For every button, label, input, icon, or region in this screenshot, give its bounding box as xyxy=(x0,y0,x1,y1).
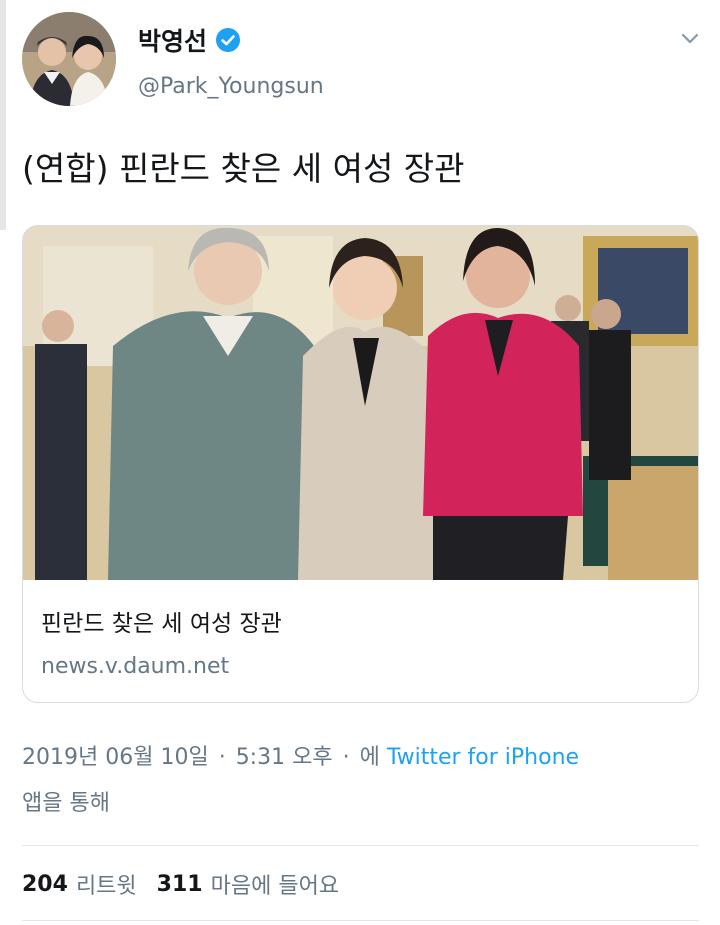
divider xyxy=(22,845,699,846)
verified-badge-icon xyxy=(216,28,241,52)
tweet-header: 박영선 @Park_Youngsun xyxy=(22,12,702,108)
user-handle[interactable]: @Park_Youngsun xyxy=(138,74,324,99)
avatar[interactable] xyxy=(22,12,116,106)
separator-dot: · xyxy=(218,745,226,770)
card-photo xyxy=(23,226,698,580)
likes-label[interactable]: 마음에 들어요 xyxy=(211,868,339,900)
card-domain[interactable]: news.v.daum.net xyxy=(41,654,229,679)
engagement-stats: 204 리트윗 311 마음에 들어요 xyxy=(22,868,339,900)
divider xyxy=(22,920,699,921)
separator-dot: · xyxy=(342,745,350,770)
display-name[interactable]: 박영선 xyxy=(138,22,207,58)
tweet-date: 2019년 06월 10일 xyxy=(22,745,209,770)
tweet-text: (연합) 핀란드 찾은 세 여성 장관 xyxy=(22,149,465,188)
tweet-time: 5:31 오후 xyxy=(235,745,333,770)
avatar-photo xyxy=(22,12,116,106)
source-link[interactable]: Twitter for iPhone xyxy=(387,745,579,770)
link-card[interactable]: 핀란드 찾은 세 여성 장관 news.v.daum.net xyxy=(22,225,699,703)
chevron-down-icon[interactable] xyxy=(678,26,702,50)
retweets-count[interactable]: 204 xyxy=(22,872,68,897)
via-suffix: 앱을 통해 xyxy=(22,791,110,816)
tweet-metadata: 2019년 06월 10일 · 5:31 오후 · 에 Twitter for iPho… xyxy=(22,735,702,827)
retweets-label[interactable]: 리트윗 xyxy=(76,868,137,900)
via-prefix: 에 xyxy=(359,745,380,770)
left-edge-divider xyxy=(0,0,6,230)
card-title[interactable]: 핀란드 찾은 세 여성 장관 xyxy=(41,604,282,638)
likes-count[interactable]: 311 xyxy=(157,872,203,897)
